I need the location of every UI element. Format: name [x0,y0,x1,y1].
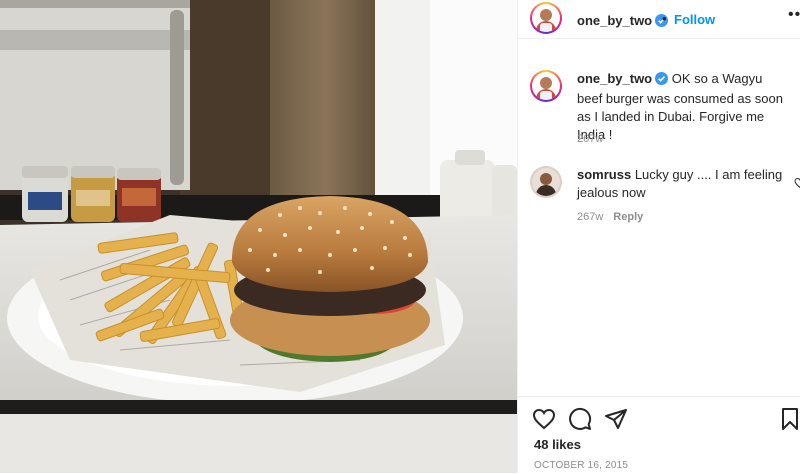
author-username-row[interactable]: one_by_two [577,12,669,32]
post-date: OCTOBER 16, 2015 [534,460,629,471]
likes-count[interactable]: 48 likes [534,437,581,452]
header-separator: • [662,11,667,26]
comment-text-block: somruss Lucky guy .... I am feeling jeal… [577,166,783,202]
post-side-panel: one_by_two • Follow ••• one_by_two OK so… [517,0,800,473]
comment: somruss Lucky guy .... I am feeling jeal… [530,166,800,226]
action-bar: 48 likes OCTOBER 16, 2015 [518,396,800,474]
burger [230,196,430,362]
comment-like-heart-icon[interactable] [794,176,800,194]
caption-author-avatar[interactable] [530,70,562,102]
comment-age[interactable]: 267w [577,211,603,223]
commenter-avatar[interactable] [530,166,562,198]
comment-meta: 267w Reply [577,211,643,223]
reply-button[interactable]: Reply [613,211,643,223]
comment-username[interactable]: somruss [577,167,631,182]
post-image[interactable] [0,0,517,473]
post-header: one_by_two • Follow ••• [518,0,800,39]
share-icon[interactable] [604,407,628,436]
caption: one_by_two OK so a Wagyu beef burger was… [530,70,790,150]
verified-badge-icon [655,72,669,90]
ellipsis-icon[interactable]: ••• [788,6,800,24]
caption-text-block: one_by_two OK so a Wagyu beef burger was… [577,70,783,144]
caption-age[interactable]: 267w [577,133,603,145]
author-avatar[interactable] [530,2,562,34]
burger-photo [0,0,517,473]
condiment-jars [22,166,161,222]
bookmark-icon[interactable] [780,407,800,436]
heart-icon[interactable] [532,407,556,436]
comment-icon[interactable] [568,407,592,436]
author-username[interactable]: one_by_two [577,13,652,28]
follow-button[interactable]: Follow [674,12,715,27]
caption-username[interactable]: one_by_two [577,71,652,86]
caption-meta: 267w [577,133,603,145]
